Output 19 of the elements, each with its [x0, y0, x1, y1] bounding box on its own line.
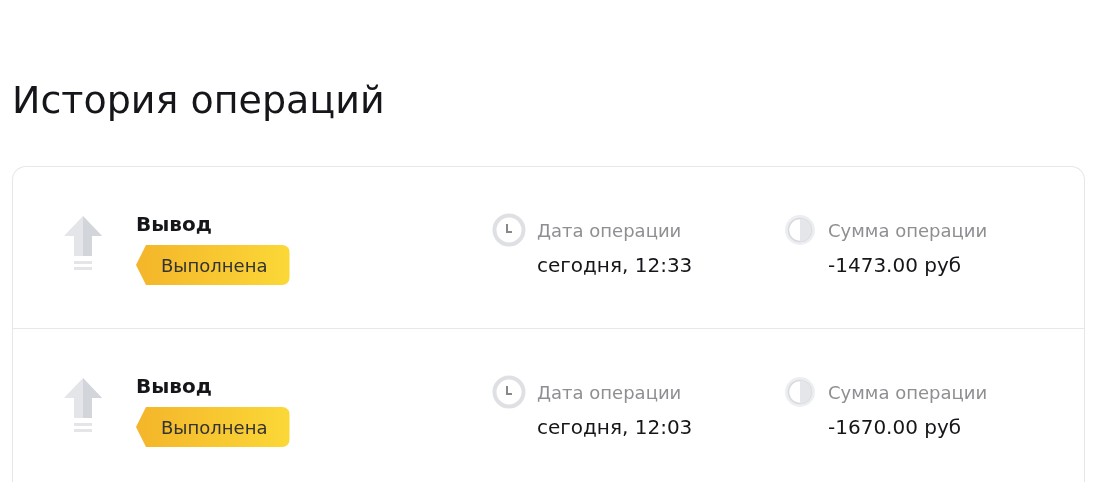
date-label: Дата операции — [537, 381, 683, 403]
coin-icon — [783, 375, 817, 409]
operation-type: Вывод — [136, 211, 213, 237]
upload-arrow-icon — [64, 378, 102, 434]
upload-arrow-icon — [64, 216, 102, 272]
date-label: Дата операции — [537, 219, 683, 241]
sum-value: -1473.00 руб — [828, 253, 963, 277]
operation-type: Вывод — [136, 373, 213, 399]
sum-label: Сумма операции — [828, 219, 989, 241]
clock-icon — [492, 213, 526, 247]
sum-value: -1670.00 руб — [828, 415, 963, 439]
clock-icon — [492, 375, 526, 409]
page-title: История операций — [12, 77, 386, 124]
status-badge: Выполнена — [136, 407, 290, 447]
status-badge: Выполнена — [136, 245, 290, 285]
sum-label: Сумма операции — [828, 381, 989, 403]
date-value: сегодня, 12:03 — [537, 415, 694, 439]
date-value: сегодня, 12:33 — [537, 253, 694, 277]
coin-icon — [783, 213, 817, 247]
